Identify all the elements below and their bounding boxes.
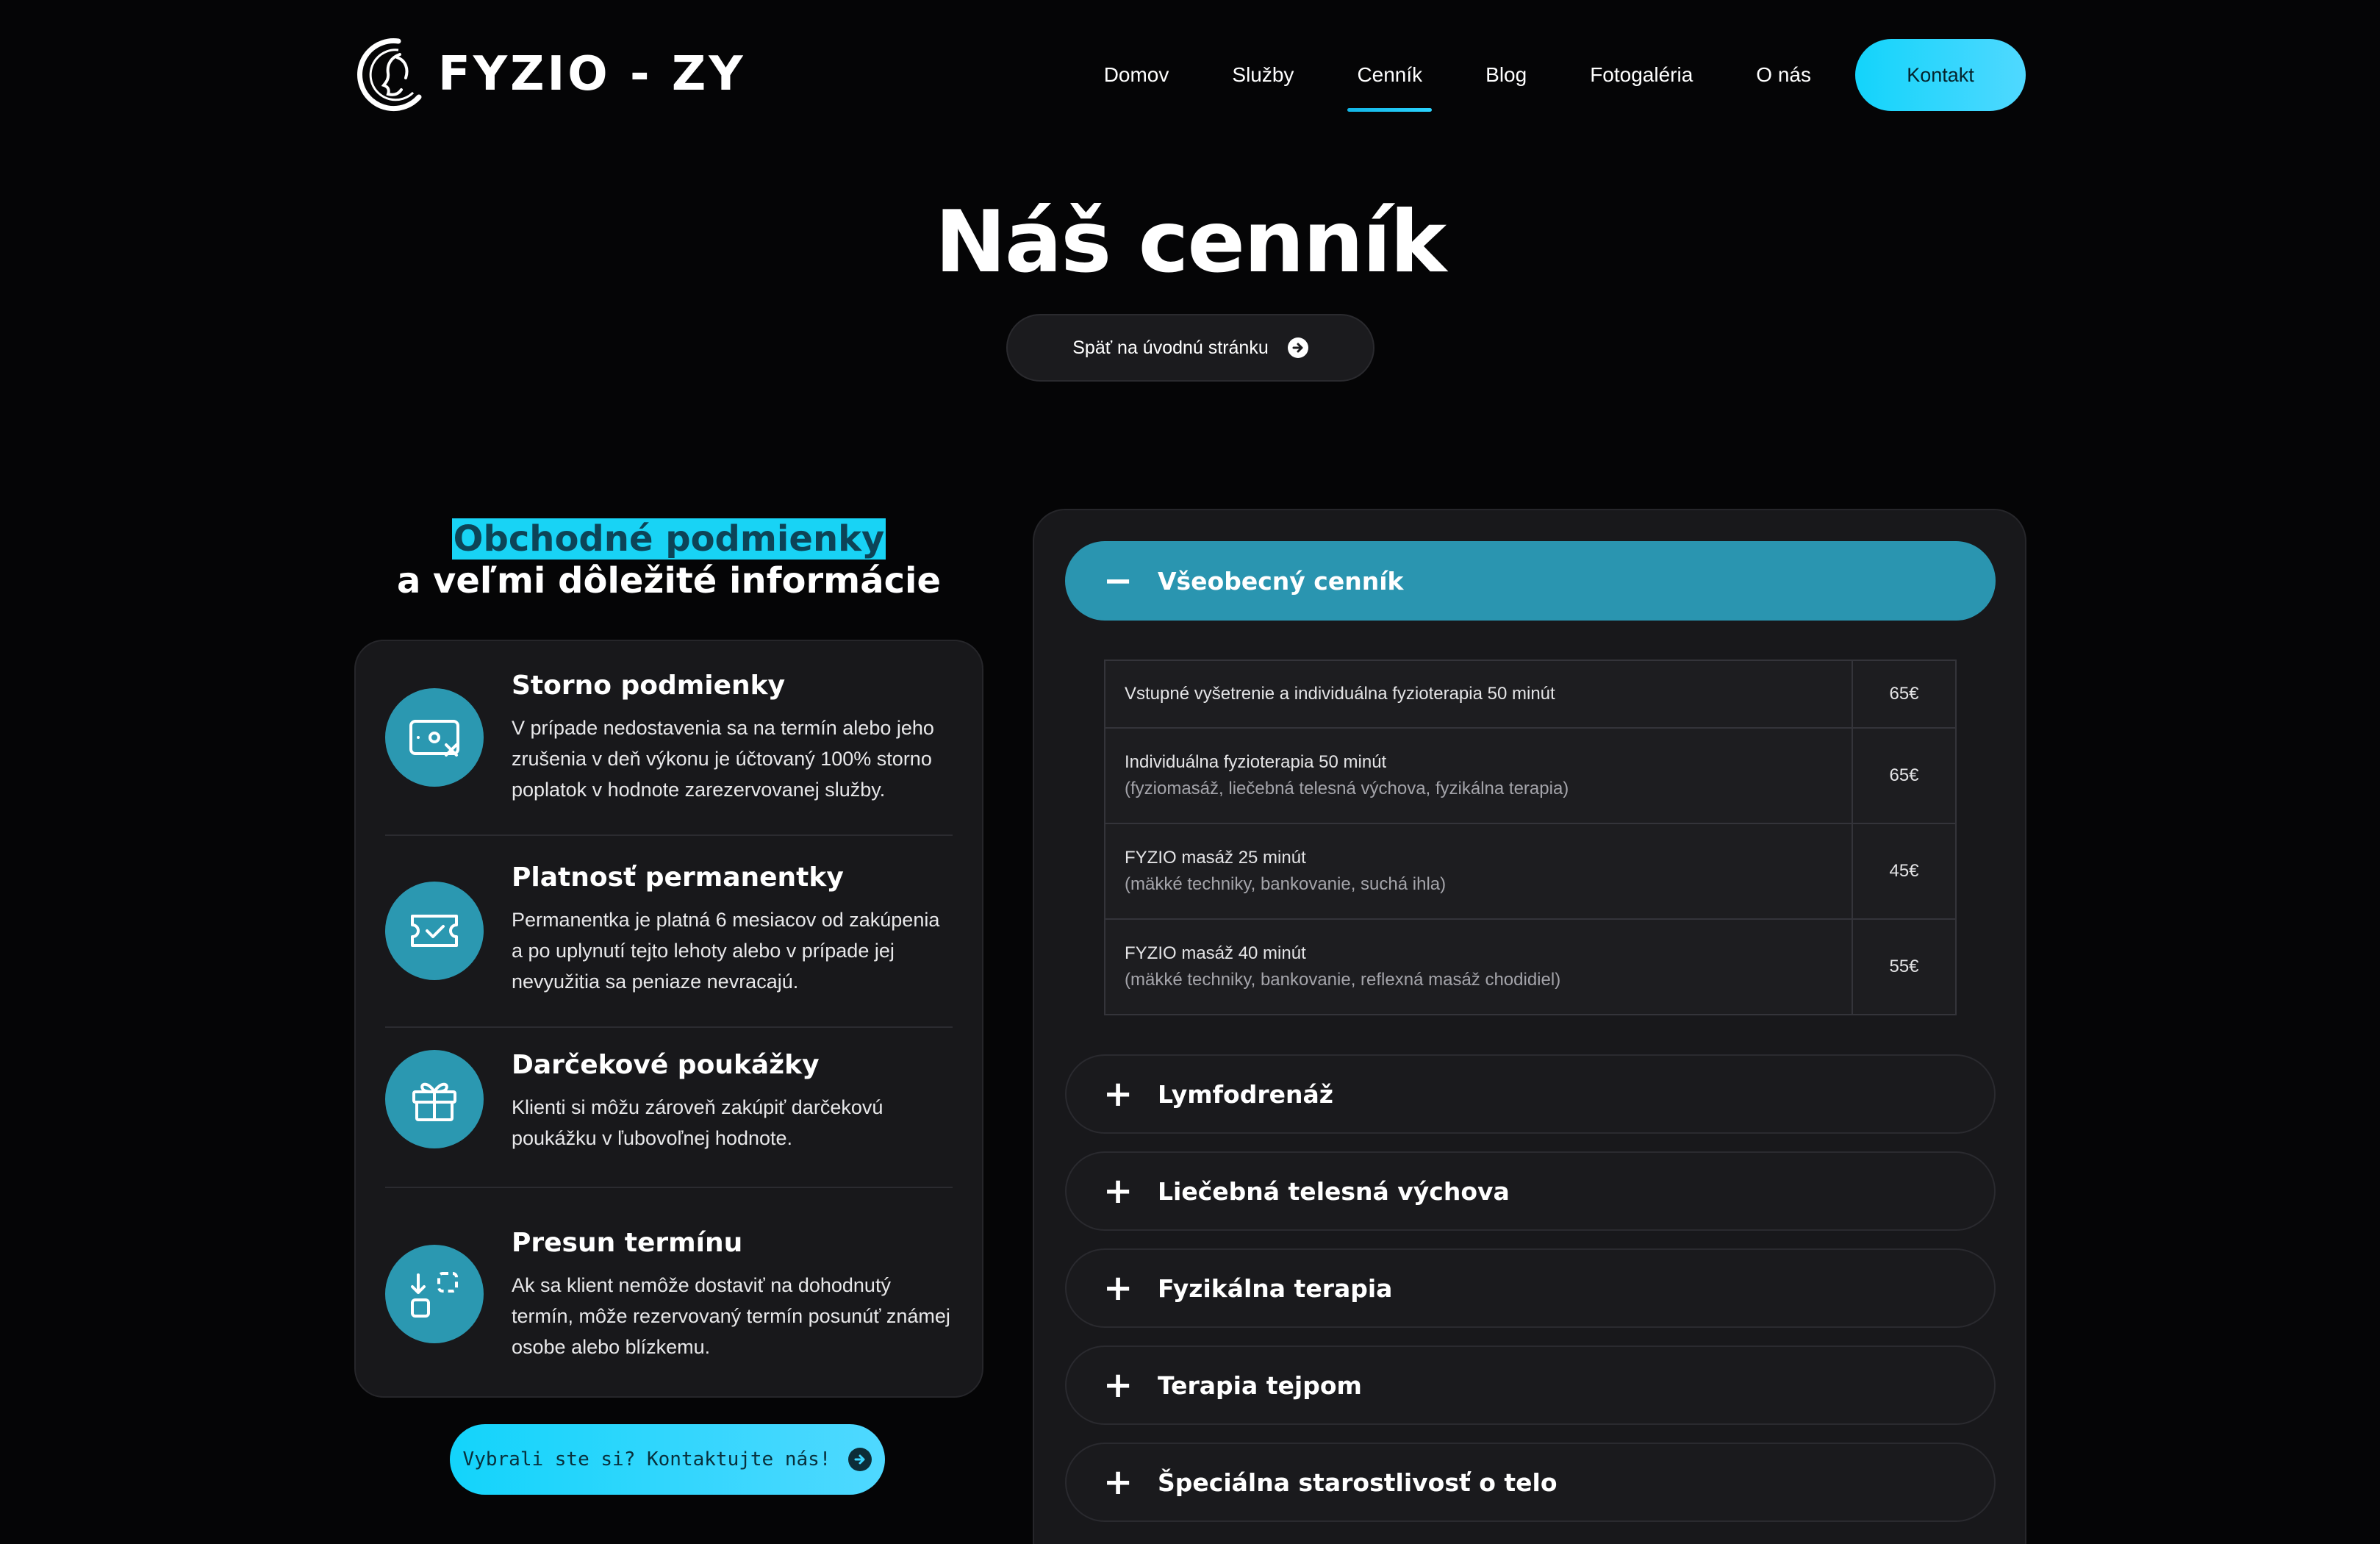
- accordion-vseobecny-cennik[interactable]: − Všeobecný cenník: [1065, 541, 1996, 621]
- plus-icon: +: [1103, 1268, 1133, 1309]
- price-table: Vstupné vyšetrenie a individuálna fyziot…: [1104, 660, 1957, 1015]
- nav-item-fotogaleria[interactable]: Fotogaléria: [1558, 38, 1724, 112]
- main-nav: Domov Služby Cenník Blog Fotogaléria O n…: [1072, 38, 2026, 112]
- back-home-label: Späť na úvodnú stránku: [1072, 337, 1269, 358]
- plus-icon: +: [1103, 1462, 1133, 1503]
- table-row: FYZIO masáž 40 minút (mäkké techniky, ban…: [1104, 918, 1957, 1015]
- service-name: FYZIO masáž 40 minút: [1125, 943, 1306, 963]
- accordion-label: Špeciálna starostlivosť o telo: [1158, 1468, 1558, 1497]
- kontakt-button[interactable]: Kontakt: [1855, 39, 2026, 111]
- accordion-liecebna-telesna-vychova[interactable]: + Liečebná telesná výchova: [1065, 1151, 1996, 1231]
- price-cell: 65€: [1852, 727, 1957, 824]
- info-item-poukazky: Darčekové poukážky Klienti si môžu zárov…: [385, 1026, 953, 1187]
- info-title: Darčekové poukážky: [512, 1050, 820, 1080]
- info-title: Storno podmienky: [512, 671, 786, 701]
- minus-icon: −: [1103, 560, 1133, 601]
- plus-icon: +: [1103, 1365, 1133, 1406]
- accordion-lymfodrenaz[interactable]: + Lymfodrenáž: [1065, 1054, 1996, 1134]
- conditions-card: Storno podmienky V prípade nedostavenia …: [354, 640, 983, 1398]
- service-name: FYZIO masáž 25 minút: [1125, 848, 1306, 868]
- table-row: Vstupné vyšetrenie a individuálna fyziot…: [1104, 660, 1957, 729]
- ticket-check-icon: [385, 882, 484, 980]
- plus-icon: +: [1103, 1170, 1133, 1212]
- contact-us-button[interactable]: Vybrali ste si? Kontaktujte nás!: [450, 1424, 885, 1495]
- plus-icon: +: [1103, 1073, 1133, 1115]
- transfer-icon: [385, 1245, 484, 1343]
- conditions-subtitle: a veľmi dôležité informácie: [396, 560, 942, 601]
- nav-item-cennik[interactable]: Cenník: [1325, 38, 1454, 112]
- price-cell: 55€: [1852, 918, 1957, 1015]
- gift-icon: [385, 1050, 484, 1148]
- service-cell: FYZIO masáž 25 minút (mäkké techniky, ban…: [1104, 823, 1853, 920]
- service-cell: Individuálna fyzioterapia 50 minút (fyzio…: [1104, 727, 1853, 824]
- accordion-label: Všeobecný cenník: [1158, 566, 1404, 596]
- nav-item-sluzby[interactable]: Služby: [1200, 38, 1325, 112]
- info-text: Klienti si môžu zároveň zakúpiť darčekov…: [512, 1096, 883, 1149]
- service-note: (fyziomasáž, liečebná telesná výchova, f…: [1125, 779, 1569, 798]
- info-text: Permanentka je platná 6 mesiacov od zakú…: [512, 909, 940, 993]
- price-cell: 45€: [1852, 823, 1957, 920]
- contact-us-label: Vybrali ste si? Kontaktujte nás!: [462, 1448, 831, 1470]
- table-row: Individuálna fyzioterapia 50 minút (fyzio…: [1104, 727, 1957, 824]
- conditions-highlight: Obchodné podmienky: [451, 518, 886, 560]
- service-name: Vstupné vyšetrenie a individuálna fyziot…: [1125, 684, 1555, 704]
- accordion-label: Liečebná telesná výchova: [1158, 1176, 1510, 1206]
- accordion-label: Fyzikálna terapia: [1158, 1273, 1393, 1303]
- service-note: (mäkké techniky, bankovanie, reflexná ma…: [1125, 970, 1561, 990]
- ticket-cancel-icon: [385, 688, 484, 787]
- logo-icon: [357, 38, 422, 112]
- nav-item-blog[interactable]: Blog: [1454, 38, 1558, 112]
- page-title: Náš cenník: [934, 193, 1447, 292]
- info-title: Presun termínu: [512, 1228, 743, 1258]
- info-title: Platnosť permanentky: [512, 862, 844, 893]
- price-cell: 65€: [1852, 660, 1957, 729]
- info-text: Ak sa klient nemôže dostaviť na dohodnut…: [512, 1274, 950, 1358]
- arrow-right-icon: [848, 1448, 872, 1471]
- accordion-label: Lymfodrenáž: [1158, 1079, 1333, 1109]
- service-cell: Vstupné vyšetrenie a individuálna fyziot…: [1104, 660, 1853, 729]
- info-text: V prípade nedostavenia sa na termín aleb…: [512, 717, 934, 801]
- logo-text: FYZIO - ZY: [438, 47, 746, 101]
- service-cell: FYZIO masáž 40 minút (mäkké techniky, ban…: [1104, 918, 1853, 1015]
- info-item-storno: Storno podmienky V prípade nedostavenia …: [385, 641, 953, 834]
- accordion-terapia-tejpom[interactable]: + Terapia tejpom: [1065, 1345, 1996, 1425]
- conditions-heading: Obchodné podmienky a veľmi dôležité info…: [354, 518, 983, 602]
- table-row: FYZIO masáž 25 minút (mäkké techniky, ban…: [1104, 823, 1957, 920]
- arrow-right-icon: [1287, 337, 1308, 358]
- logo[interactable]: FYZIO - ZY: [354, 35, 746, 113]
- info-item-presun: Presun termínu Ak sa klient nemôže dosta…: [385, 1187, 953, 1396]
- back-home-button[interactable]: Späť na úvodnú stránku: [1006, 314, 1374, 382]
- info-item-permanentka: Platnosť permanentky Permanentka je plat…: [385, 834, 953, 1026]
- price-list-card: − Všeobecný cenník Vstupné vyšetrenie a …: [1033, 509, 2026, 1544]
- accordion-label: Terapia tejpom: [1158, 1370, 1362, 1400]
- nav-item-o-nas[interactable]: O nás: [1724, 38, 1843, 112]
- service-note: (mäkké techniky, bankovanie, suchá ihla): [1125, 874, 1447, 894]
- nav-item-domov[interactable]: Domov: [1072, 38, 1201, 112]
- accordion-fyzikalna-terapia[interactable]: + Fyzikálna terapia: [1065, 1248, 1996, 1328]
- accordion-specialna-starostlivost[interactable]: + Špeciálna starostlivosť o telo: [1065, 1443, 1996, 1522]
- service-name: Individuálna fyzioterapia 50 minút: [1125, 752, 1387, 772]
